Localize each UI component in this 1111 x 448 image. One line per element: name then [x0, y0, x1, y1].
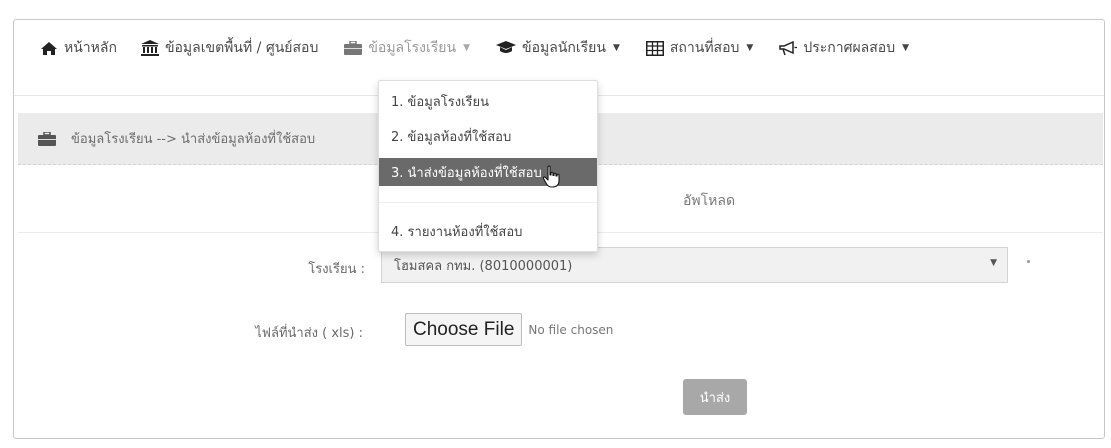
nav-home[interactable]: หน้าหลัก — [40, 32, 117, 64]
briefcase-icon — [38, 131, 56, 146]
nav-exam-venue-label: สถานที่สอบ — [669, 40, 740, 56]
chevron-down-icon: ▼ — [990, 258, 997, 268]
school-info-dropdown: 1. ข้อมูลโรงเรียน 2. ข้อมูลห้องที่ใช้สอบ… — [378, 80, 598, 252]
dropdown-item-exam-rooms[interactable]: 2. ข้อมูลห้องที่ใช้สอบ — [379, 122, 597, 150]
table-icon — [645, 40, 664, 56]
school-label: โรงเรียน : — [308, 262, 365, 277]
chevron-down-icon: ▼ — [612, 43, 620, 53]
nav-area-info-label: ข้อมูลเขตพื้นที่ / ศูนย์สอบ — [164, 40, 319, 56]
chevron-down-icon: ▼ — [746, 43, 754, 53]
dropdown-item-room-report[interactable]: 4. รายงานห้องที่ใช้สอบ — [379, 217, 597, 245]
briefcase-icon — [344, 41, 363, 55]
panel-title: อัพโหลด — [683, 193, 736, 209]
nav-exam-results-label: ประกาศผลสอบ — [803, 40, 896, 56]
bullhorn-icon — [779, 40, 798, 56]
school-select-value: โฮมสคล กทม. (8010000001) — [394, 258, 573, 274]
nav-home-label: หน้าหลัก — [64, 40, 117, 56]
nav-school-info-label: ข้อมูลโรงเรียน — [368, 40, 457, 56]
home-icon — [40, 41, 58, 56]
breadcrumb-text: ข้อมูลโรงเรียน --> นำส่งข้อมูลห้องที่ใช้… — [71, 132, 316, 147]
graduation-cap-icon — [496, 41, 517, 55]
submit-button[interactable]: นำส่ง — [683, 379, 747, 415]
file-status: No file chosen — [528, 322, 614, 337]
nav-school-info[interactable]: ข้อมูลโรงเรียน ▼ — [344, 32, 470, 64]
dropdown-divider — [379, 202, 597, 203]
dropdown-item-school-info[interactable]: 1. ข้อมูลโรงเรียน — [379, 87, 597, 115]
file-input[interactable]: Choose File No file chosen — [405, 313, 613, 346]
file-label: ไฟล์ที่นำส่ง ( xls) : — [255, 326, 363, 341]
nav-student-info[interactable]: ข้อมูลนักเรียน ▼ — [496, 32, 620, 64]
chevron-down-icon: ▼ — [463, 43, 471, 53]
school-select[interactable]: โฮมสคล กทม. (8010000001) ▼ — [381, 247, 1008, 283]
top-navbar: หน้าหลัก ข้อมูลเขตพื้นที่ / ศูนย์สอบ ข้อ… — [40, 32, 909, 64]
nav-area-info[interactable]: ข้อมูลเขตพื้นที่ / ศูนย์สอบ — [140, 32, 319, 64]
chevron-down-icon: ▼ — [902, 43, 910, 53]
nav-student-info-label: ข้อมูลนักเรียน — [522, 40, 606, 56]
dropdown-item-submit-rooms[interactable]: 3. นำส่งข้อมูลห้องที่ใช้สอบ — [379, 158, 597, 186]
nav-exam-results[interactable]: ประกาศผลสอบ ▼ — [779, 32, 909, 64]
nav-exam-venue[interactable]: สถานที่สอบ ▼ — [645, 32, 754, 64]
required-marker — [1027, 260, 1030, 263]
choose-file-button[interactable]: Choose File — [405, 313, 523, 346]
hand-cursor-icon — [542, 165, 562, 193]
institution-icon — [140, 40, 159, 56]
